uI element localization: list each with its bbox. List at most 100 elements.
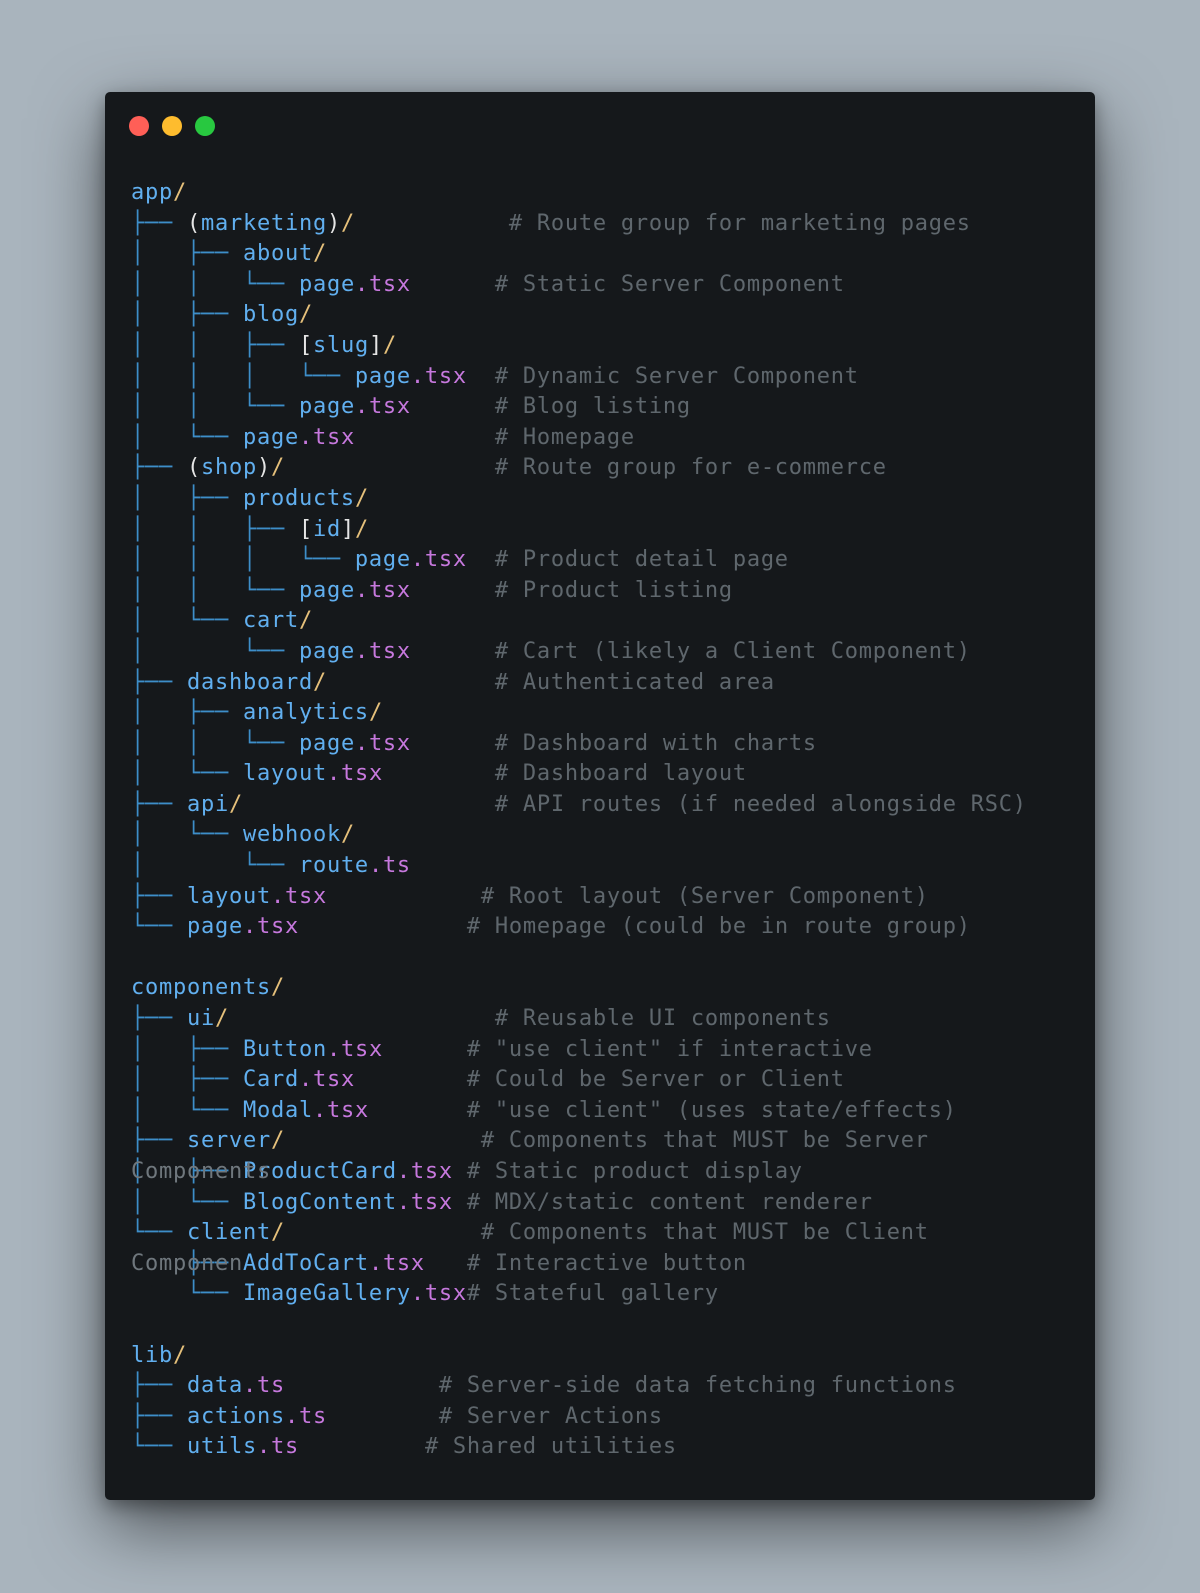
- file-extension: tsx: [256, 914, 299, 940]
- name-text: blog: [242, 302, 299, 328]
- ext-dot: .: [326, 1036, 341, 1062]
- file-tree-code-block: app/├── (marketing)/ # Route group for m…: [131, 178, 1085, 1463]
- tree-line: │ ├── ProductCard.tsx # Static product d…: [131, 1157, 1085, 1188]
- file-extension: tsx: [368, 271, 411, 297]
- tree-line: ├── ui/ # Reusable UI components: [131, 1004, 1085, 1035]
- ext-dot: .: [410, 547, 425, 573]
- tree-line: │ ├── Card.tsx # Could be Server or Clie…: [131, 1065, 1085, 1096]
- entry-name: page: [299, 272, 355, 297]
- entry-name: page: [299, 394, 355, 419]
- tree-branch: ├──: [131, 1373, 187, 1399]
- entry-name: layout: [187, 884, 271, 909]
- entry-name: Modal: [243, 1098, 313, 1123]
- entry-name: (marketing): [187, 211, 341, 236]
- entry-name: Card: [243, 1067, 299, 1092]
- name-text: AddToCart: [242, 1250, 369, 1276]
- name-text: slug: [312, 332, 369, 358]
- entry-name: page: [355, 547, 411, 572]
- ext-dot: .: [354, 730, 369, 756]
- name-text: actions: [186, 1403, 285, 1429]
- entry-name: actions: [187, 1404, 285, 1429]
- tree-line: │ └── webhook/: [131, 820, 1085, 851]
- tree-branch: ├──: [131, 791, 187, 817]
- name-text: data: [186, 1373, 243, 1399]
- comment: # Static Server Component: [494, 271, 845, 297]
- name-text: dashboard: [186, 669, 313, 695]
- file-extension: tsx: [368, 577, 411, 603]
- tree-line: │ ├── about/: [131, 239, 1085, 270]
- ext-dot: .: [298, 1067, 313, 1093]
- name-text: page: [354, 547, 411, 573]
- name-text: layout: [186, 883, 271, 909]
- dir-slash: /: [173, 180, 187, 205]
- tree-branch: │ └──: [131, 424, 243, 450]
- comment: # Route group for marketing pages: [508, 210, 971, 236]
- ext-dot: .: [312, 1097, 327, 1123]
- name-text: app: [131, 180, 173, 205]
- name-text: server: [186, 1128, 271, 1154]
- entry-name: data: [187, 1373, 243, 1398]
- name-text: lib: [131, 1342, 173, 1368]
- entry-name: api: [187, 792, 229, 817]
- file-extension: tsx: [410, 1189, 453, 1215]
- dir-slash: /: [312, 669, 327, 695]
- tree-branch: ├──: [131, 210, 187, 236]
- name-text: products: [242, 485, 355, 511]
- comment: # Dashboard layout: [494, 761, 747, 787]
- dir-slash: /: [228, 791, 243, 817]
- tree-branch: │ ├──: [131, 485, 243, 511]
- terminal-window: app/├── (marketing)/ # Route group for m…: [105, 92, 1095, 1500]
- tree-branch: │ │ └──: [131, 394, 299, 420]
- file-extension: tsx: [410, 1159, 453, 1184]
- name-text: marketing: [200, 210, 327, 236]
- name-text: route: [298, 853, 369, 879]
- name-text: page: [298, 271, 355, 297]
- dir-slash: /: [298, 608, 313, 634]
- entry-name: [slug]: [299, 333, 383, 358]
- dir-slash: /: [312, 241, 327, 267]
- tree-branch: └──: [131, 1281, 243, 1307]
- tree-branch: ├──: [131, 455, 187, 481]
- entry-name: ImageGallery: [243, 1281, 411, 1306]
- tree-branch: │ │ └──: [131, 730, 299, 756]
- tree-line: ├── dashboard/ # Authenticated area: [131, 668, 1085, 699]
- tree-branch: └──: [131, 1434, 187, 1460]
- comment: # Homepage (could be in route group): [466, 914, 971, 940]
- name-text: page: [298, 394, 355, 420]
- entry-name: page: [299, 639, 355, 664]
- tree-line: │ └── cart/: [131, 606, 1085, 637]
- entry-name: page: [355, 364, 411, 389]
- ext-dot: .: [410, 363, 425, 389]
- name-text: page: [298, 730, 355, 756]
- comment: # Interactive button: [466, 1250, 747, 1276]
- name-text: webhook: [242, 822, 341, 848]
- maximize-window-button[interactable]: [195, 116, 215, 136]
- entry-name: lib: [131, 1343, 173, 1368]
- comment: # Static product display: [466, 1159, 803, 1184]
- tree-line: lib/: [131, 1341, 1085, 1372]
- tree-line: │ ├── analytics/: [131, 698, 1085, 729]
- dir-slash: /: [382, 332, 397, 358]
- tree-line: ├── AddToCart.tsx # Interactive button Co…: [131, 1249, 1085, 1280]
- name-text: components: [131, 975, 271, 1001]
- close-window-button[interactable]: [129, 116, 149, 136]
- entry-name: analytics: [243, 700, 369, 725]
- entry-name: (shop): [187, 455, 271, 480]
- tree-branch: │ └──: [131, 822, 243, 848]
- tree-branch: ├──: [131, 883, 187, 909]
- tree-branch: │ └──: [131, 608, 243, 634]
- overflow-text: Componen: [131, 1250, 243, 1276]
- minimize-window-button[interactable]: [162, 116, 182, 136]
- comment: # Product detail page: [494, 547, 789, 573]
- name-text: api: [186, 791, 229, 817]
- entry-name: app: [131, 180, 173, 205]
- tree-branch: └──: [131, 1220, 187, 1246]
- tree-line: │ │ └── page.tsx # Blog listing: [131, 392, 1085, 423]
- entry-name: Button: [243, 1037, 327, 1062]
- dir-slash: /: [340, 822, 355, 848]
- tree-branch: │ │ └──: [131, 577, 299, 603]
- file-extension: ts: [270, 1434, 299, 1460]
- name-text: cart: [242, 608, 299, 634]
- comment: # "use client" (uses state/effects): [466, 1097, 957, 1123]
